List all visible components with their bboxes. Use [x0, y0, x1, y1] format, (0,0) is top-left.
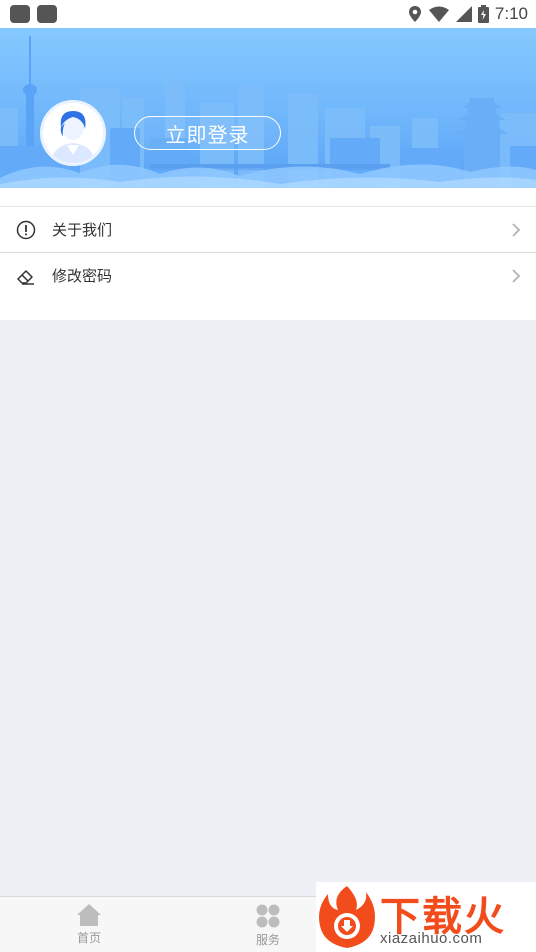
- grid-icon: [256, 904, 280, 928]
- chevron-right-icon: [512, 223, 521, 237]
- battery-icon: [477, 5, 489, 23]
- tab-label: 服务: [255, 933, 280, 947]
- menu-item-about-us[interactable]: 关于我们: [0, 207, 536, 253]
- profile-header: 立即登录: [0, 28, 536, 188]
- home-icon: [77, 904, 101, 926]
- notification-icon: [37, 5, 57, 23]
- location-icon: [408, 6, 421, 22]
- menu-item-label: 关于我们: [52, 221, 113, 239]
- notification-icon: [10, 5, 30, 23]
- wifi-icon: [428, 6, 449, 22]
- tab-label: 首页: [76, 931, 101, 945]
- flame-logo-icon: [319, 886, 375, 948]
- avatar[interactable]: [40, 100, 106, 166]
- eraser-icon: [17, 270, 34, 285]
- signal-icon: [455, 6, 472, 22]
- menu-item-change-password[interactable]: 修改密码: [0, 253, 536, 299]
- info-icon: [16, 220, 36, 240]
- chevron-right-icon: [512, 269, 521, 283]
- menu-item-label: 修改密码: [52, 267, 113, 285]
- watermark: 下载火 xiazaihuo.com: [316, 882, 536, 952]
- status-icons: 7:10: [408, 3, 528, 25]
- spacer: [0, 188, 536, 206]
- settings-menu: 关于我们 修改密码: [0, 206, 536, 299]
- user-avatar-icon: [43, 103, 103, 163]
- clock: 7:10: [494, 4, 528, 23]
- tab-services[interactable]: 服务: [223, 897, 313, 952]
- watermark-url: xiazaihuo.com: [380, 930, 483, 947]
- tab-home[interactable]: 首页: [44, 897, 134, 952]
- login-button[interactable]: 立即登录: [134, 116, 281, 150]
- spacer: [0, 298, 536, 320]
- status-bar: 7:10: [0, 0, 536, 28]
